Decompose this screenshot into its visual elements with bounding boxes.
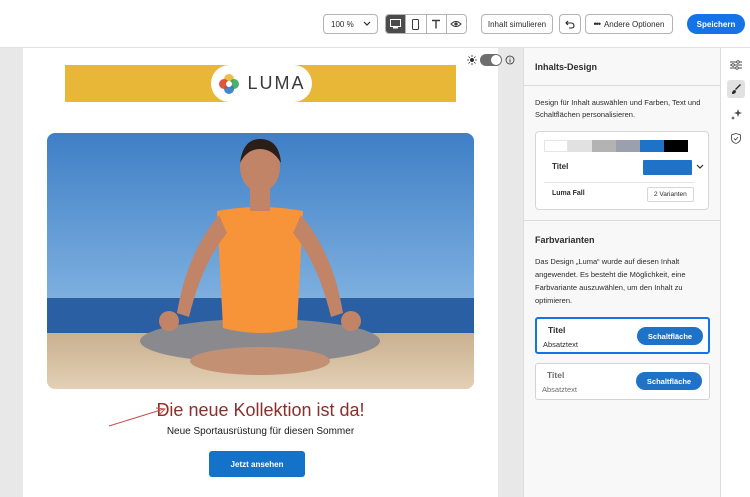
zoom-value: 100 % xyxy=(331,19,354,29)
sun-icon xyxy=(467,55,477,65)
annotation-arrow-icon xyxy=(108,407,167,427)
mobile-preview-button[interactable] xyxy=(406,15,427,33)
undo-icon xyxy=(565,20,575,29)
divider xyxy=(524,220,721,221)
panel-title: Inhalts-Design xyxy=(535,62,598,72)
save-button[interactable]: Speichern xyxy=(687,14,745,34)
design-title-preview: Titel xyxy=(552,162,569,171)
hero-image[interactable] xyxy=(47,133,474,389)
eye-icon xyxy=(450,21,463,27)
variant-button-preview: Schaltfläche xyxy=(636,372,702,390)
chevron-down-icon xyxy=(363,21,371,26)
variant-title: Titel xyxy=(547,370,565,380)
simulate-content-label: Inhalt simulieren xyxy=(487,19,547,29)
logo-banner[interactable]: LUMA xyxy=(65,65,456,102)
color-variants-description: Das Design „Luma“ wurde auf diesen Inhal… xyxy=(535,257,686,305)
email-headline[interactable]: Die neue Kollektion ist da! xyxy=(23,400,498,421)
text-preview-button[interactable] xyxy=(427,15,447,33)
rail-settings-button[interactable] xyxy=(727,56,745,74)
email-subheadline[interactable]: Neue Sportausrüstung für diesen Sommer xyxy=(23,426,498,437)
sparkle-icon xyxy=(730,108,742,120)
sliders-icon xyxy=(730,60,742,70)
brush-icon xyxy=(731,83,741,94)
variant-button-preview: Schaltfläche xyxy=(637,327,703,345)
color-variants-title: Farbvarianten xyxy=(535,235,595,245)
variant-text: Absatztext xyxy=(542,385,578,394)
more-options-button[interactable]: ••• Andere Optionen xyxy=(585,14,673,34)
content-design-panel: Inhalts-Design Design für Inhalt auswähl… xyxy=(523,48,721,497)
more-icon: ••• xyxy=(593,19,602,29)
design-name: Luma Fall xyxy=(552,190,585,197)
color-variant-option-1[interactable]: Titel Absatztext Schaltfläche xyxy=(535,317,710,354)
dark-mode-switch[interactable] xyxy=(480,54,502,66)
variant-title: Titel xyxy=(548,325,566,335)
swatch xyxy=(544,140,568,152)
variant-text: Absatztext xyxy=(543,340,579,349)
simulate-content-button[interactable]: Inhalt simulieren xyxy=(481,14,553,34)
cta-button[interactable]: Jetzt ansehen xyxy=(209,451,305,477)
shield-icon xyxy=(731,132,741,144)
desktop-icon xyxy=(390,19,402,29)
design-selector-card[interactable]: Titel Luma Fall 2 Varianten xyxy=(535,131,709,210)
desktop-preview-button[interactable] xyxy=(386,15,407,33)
luma-logo: LUMA xyxy=(211,65,312,102)
rail-ai-button[interactable] xyxy=(727,105,745,123)
info-icon[interactable] xyxy=(505,55,515,65)
more-options-label: Andere Optionen xyxy=(603,19,665,29)
color-swatches xyxy=(544,140,688,152)
undo-button[interactable] xyxy=(559,14,581,34)
theme-toggle[interactable] xyxy=(467,54,515,66)
logo-text: LUMA xyxy=(247,73,306,93)
rail-design-button[interactable] xyxy=(727,80,745,98)
rail-accessibility-button[interactable] xyxy=(727,129,745,147)
divider xyxy=(544,182,694,183)
variants-badge: 2 Varianten xyxy=(647,187,694,202)
panel-description: Design für Inhalt auswählen und Farben, … xyxy=(535,98,701,119)
swatch xyxy=(568,140,592,152)
divider xyxy=(524,85,721,86)
swatch xyxy=(640,140,664,152)
swatch xyxy=(592,140,616,152)
mobile-icon xyxy=(412,18,420,30)
color-variant-option-2[interactable]: Titel Absatztext Schaltfläche xyxy=(535,363,710,400)
right-rail xyxy=(720,48,750,497)
preview-mode-group xyxy=(385,14,467,34)
design-button-preview xyxy=(643,160,692,175)
swatch xyxy=(664,140,688,152)
luma-logo-icon xyxy=(219,73,240,94)
email-preview: LUMA Die neue Kollektion ist da! Neue Sp… xyxy=(23,48,498,497)
hero-yoga-image xyxy=(47,133,474,389)
top-toolbar: 100 % Inhalt simulieren ••• Andere Optio… xyxy=(0,0,750,48)
text-icon xyxy=(432,19,441,29)
swatch xyxy=(616,140,640,152)
preview-eye-button[interactable] xyxy=(447,15,466,33)
chevron-down-icon[interactable] xyxy=(696,164,704,170)
zoom-dropdown[interactable]: 100 % xyxy=(323,14,378,34)
